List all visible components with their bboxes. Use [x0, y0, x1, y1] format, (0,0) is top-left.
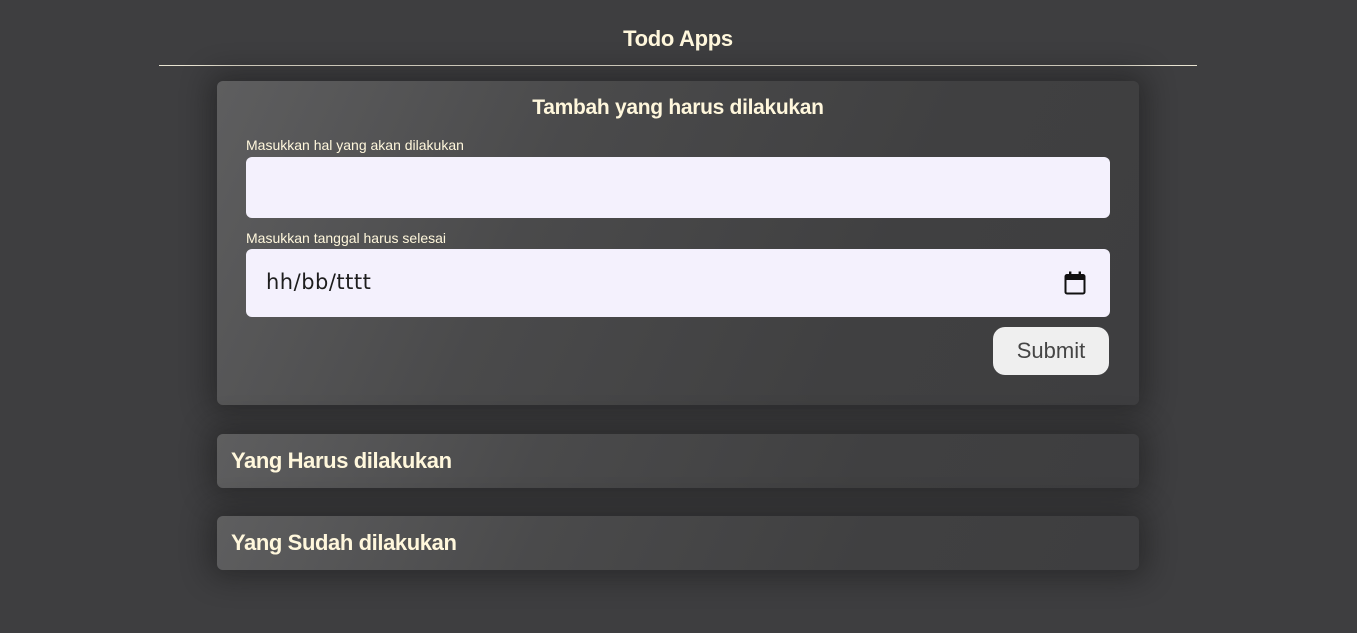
todo-title-input[interactable] — [246, 157, 1110, 218]
todo-list-section: Yang Harus dilakukan — [217, 434, 1139, 488]
submit-button[interactable]: Submit — [993, 327, 1109, 375]
date-placeholder: hh/bb/tttt — [266, 270, 372, 294]
completed-list-section: Yang Sudah dilakukan — [217, 516, 1139, 570]
date-field-label: Masukkan tanggal harus selesai — [246, 230, 447, 246]
form-heading: Tambah yang harus dilakukan — [532, 96, 824, 119]
app-title: Todo Apps — [623, 26, 733, 51]
app-header: Todo Apps — [159, 0, 1197, 66]
add-todo-form: Tambah yang harus dilakukan Masukkan hal… — [217, 81, 1139, 405]
calendar-icon[interactable] — [1064, 271, 1086, 295]
todo-list-heading: Yang Harus dilakukan — [231, 448, 452, 473]
title-field-label: Masukkan hal yang akan dilakukan — [246, 137, 464, 153]
completed-list-heading: Yang Sudah dilakukan — [231, 530, 457, 555]
due-date-input[interactable]: hh/bb/tttt — [246, 249, 1110, 317]
